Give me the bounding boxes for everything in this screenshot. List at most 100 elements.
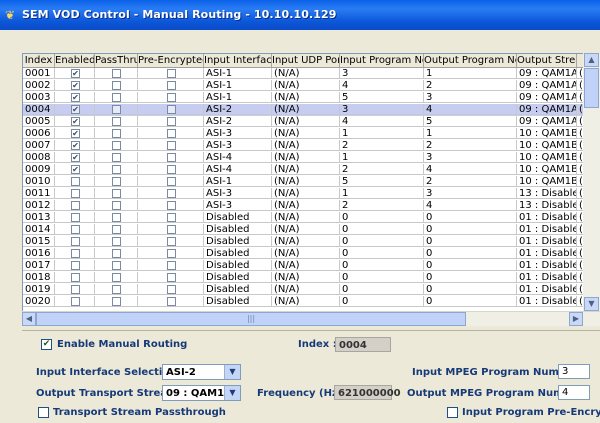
table-row[interactable]: 0009✔ASI-4(N/A)2410 : QAM1B(N [23,164,600,176]
table-row[interactable]: 0020Disabled(N/A)0001 : Disabled(N [23,296,600,308]
table-cell-iface[interactable]: ASI-3 [204,128,272,139]
table-cell-stream[interactable]: 01 : Disabled [517,272,577,283]
preenc-checkbox[interactable] [167,129,176,138]
table-cell-stream[interactable]: 01 : Disabled [517,296,577,307]
enabled-checkbox[interactable]: ✔ [71,69,80,78]
table-cell-udp[interactable]: (N/A) [272,224,340,235]
table-cell-index[interactable]: 0002 [23,80,55,91]
table-cell-inprog[interactable]: 4 [340,80,424,91]
table-cell-iface[interactable]: Disabled [204,236,272,247]
table-cell-index[interactable]: 0001 [23,68,55,79]
passthru-checkbox[interactable] [112,189,121,198]
table-cell-outprog[interactable]: 0 [424,236,517,247]
passthru-checkbox[interactable] [112,237,121,246]
table-row[interactable]: 0012ASI-3(N/A)2413 : Disabled(N [23,200,600,212]
table-cell-udp[interactable]: (N/A) [272,236,340,247]
table-cell-outprog[interactable]: 4 [424,164,517,175]
passthru-checkbox[interactable] [112,213,121,222]
table-cell-stream[interactable]: 01 : Disabled [517,224,577,235]
table-cell-inprog[interactable]: 0 [340,212,424,223]
preenc-checkbox[interactable] [167,213,176,222]
table-cell-outprog[interactable]: 0 [424,296,517,307]
input-mpeg-program-field[interactable]: 3 [558,364,590,379]
table-cell-iface[interactable]: Disabled [204,284,272,295]
table-row[interactable]: 0017Disabled(N/A)0001 : Disabled(N [23,260,600,272]
table-cell-udp[interactable]: (N/A) [272,152,340,163]
enable-manual-routing-checkbox[interactable]: ✔ [41,339,52,350]
column-header[interactable]: Output Program No. [424,54,517,67]
table-cell-stream[interactable]: 10 : QAM1B [517,176,577,187]
table-cell-index[interactable]: 0018 [23,272,55,283]
preenc-checkbox[interactable] [167,177,176,186]
preenc-checkbox[interactable] [167,153,176,162]
table-row[interactable]: 0001✔ASI-1(N/A)3109 : QAM1A(N [23,68,600,80]
enabled-checkbox[interactable] [71,261,80,270]
table-cell-stream[interactable]: 10 : QAM1B [517,140,577,151]
passthru-checkbox[interactable] [112,249,121,258]
table-cell-stream[interactable]: 09 : QAM1A [517,104,577,115]
table-cell-stream[interactable]: 01 : Disabled [517,236,577,247]
table-row[interactable]: 0018Disabled(N/A)0001 : Disabled(N [23,272,600,284]
column-header[interactable]: Input Interface [204,54,272,67]
scroll-right-icon[interactable]: ▶ [569,312,583,326]
enabled-checkbox[interactable] [71,189,80,198]
table-cell-stream[interactable]: 10 : QAM1B [517,152,577,163]
table-cell-index[interactable]: 0003 [23,92,55,103]
chevron-down-icon[interactable]: ▼ [224,386,240,400]
table-row[interactable]: 0016Disabled(N/A)0001 : Disabled(N [23,248,600,260]
passthru-checkbox[interactable] [112,285,121,294]
table-row[interactable]: 0005✔ASI-2(N/A)4509 : QAM1A(N [23,116,600,128]
column-header[interactable]: Index [23,54,55,67]
table-cell-iface[interactable]: ASI-1 [204,68,272,79]
table-cell-outprog[interactable]: 0 [424,284,517,295]
table-row[interactable]: 0015Disabled(N/A)0001 : Disabled(N [23,236,600,248]
table-cell-index[interactable]: 0004 [23,104,55,115]
table-cell-inprog[interactable]: 1 [340,152,424,163]
table-cell-iface[interactable]: Disabled [204,224,272,235]
enabled-checkbox[interactable] [71,285,80,294]
table-cell-iface[interactable]: ASI-2 [204,116,272,127]
table-cell-outprog[interactable]: 0 [424,224,517,235]
table-cell-index[interactable]: 0019 [23,284,55,295]
enabled-checkbox[interactable]: ✔ [71,93,80,102]
output-stream-select[interactable]: 09 : QAM1A ▼ [162,385,241,401]
scroll-down-icon[interactable]: ▼ [584,297,599,311]
preenc-checkbox[interactable] [167,285,176,294]
table-cell-stream[interactable]: 13 : Disabled [517,188,577,199]
preenc-checkbox[interactable] [167,249,176,258]
table-cell-iface[interactable]: ASI-2 [204,104,272,115]
table-cell-iface[interactable]: ASI-1 [204,80,272,91]
table-cell-udp[interactable]: (N/A) [272,212,340,223]
passthru-checkbox[interactable] [112,105,121,114]
table-cell-udp[interactable]: (N/A) [272,68,340,79]
table-cell-udp[interactable]: (N/A) [272,140,340,151]
table-cell-index[interactable]: 0015 [23,236,55,247]
passthru-checkbox[interactable] [112,273,121,282]
passthru-checkbox[interactable] [112,93,121,102]
passthru-checkbox[interactable] [112,69,121,78]
table-cell-inprog[interactable]: 0 [340,272,424,283]
table-cell-iface[interactable]: ASI-3 [204,200,272,211]
table-cell-udp[interactable]: (N/A) [272,296,340,307]
enabled-checkbox[interactable] [71,273,80,282]
table-cell-inprog[interactable]: 5 [340,176,424,187]
preenc-checkbox[interactable] [167,297,176,306]
table-cell-outprog[interactable]: 0 [424,272,517,283]
horizontal-scroll-thumb[interactable]: ||| [36,312,466,326]
table-cell-inprog[interactable]: 5 [340,92,424,103]
preenc-checkbox[interactable] [167,93,176,102]
table-cell-inprog[interactable]: 2 [340,164,424,175]
table-cell-index[interactable]: 0011 [23,188,55,199]
table-cell-outprog[interactable]: 4 [424,200,517,211]
table-row[interactable]: 0007✔ASI-3(N/A)2210 : QAM1B(N [23,140,600,152]
table-cell-inprog[interactable]: 0 [340,284,424,295]
preenc-checkbox[interactable] [167,117,176,126]
column-header[interactable]: Enabled [55,54,95,67]
enabled-checkbox[interactable]: ✔ [71,141,80,150]
table-cell-stream[interactable]: 10 : QAM1B [517,164,577,175]
table-cell-index[interactable]: 0006 [23,128,55,139]
table-cell-iface[interactable]: Disabled [204,248,272,259]
table-cell-iface[interactable]: Disabled [204,296,272,307]
table-cell-iface[interactable]: ASI-4 [204,164,272,175]
table-cell-stream[interactable]: 09 : QAM1A [517,116,577,127]
